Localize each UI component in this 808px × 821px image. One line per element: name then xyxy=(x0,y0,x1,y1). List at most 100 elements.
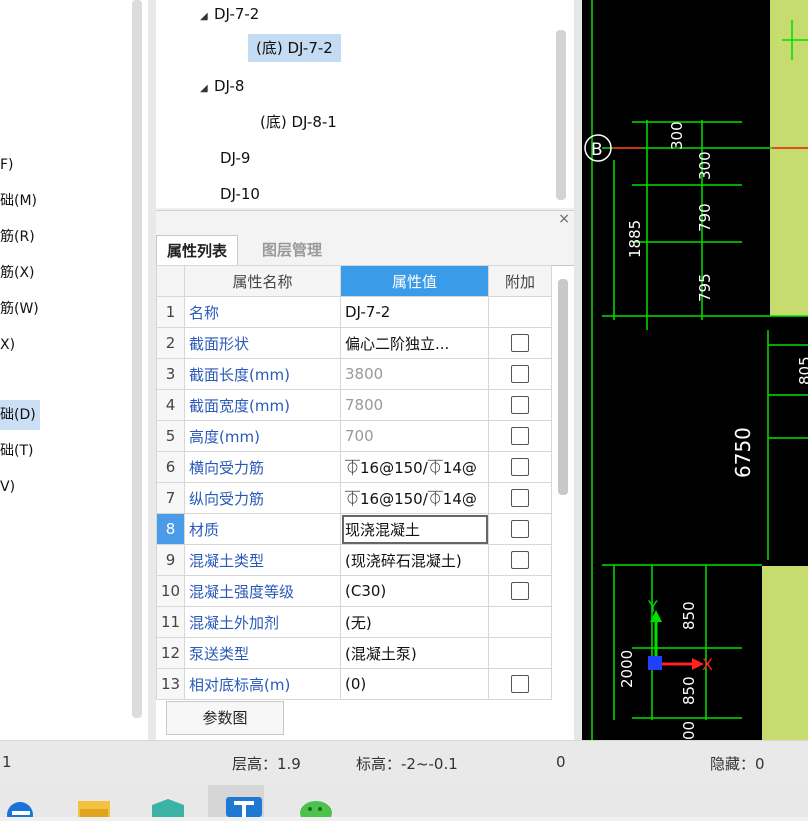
property-value[interactable]: DJ-7-2 xyxy=(340,296,489,328)
row-index[interactable]: 3 xyxy=(156,358,185,390)
left-menu-item[interactable]: X) xyxy=(0,330,15,360)
left-menu-item-selected[interactable]: 础(D) xyxy=(0,400,40,430)
property-name: 混凝土外加剂 xyxy=(184,606,341,638)
close-icon[interactable]: × xyxy=(558,211,570,227)
row-index[interactable]: 6 xyxy=(156,451,185,483)
tree-node-dj-10[interactable]: DJ-10 xyxy=(220,180,260,208)
app-cube-icon[interactable] xyxy=(152,799,184,817)
table-row[interactable]: 10 混凝土强度等级 (C30) xyxy=(156,575,552,607)
app-t-icon[interactable] xyxy=(226,797,262,817)
left-scrollbar[interactable] xyxy=(132,0,142,718)
tree-node-dj-9[interactable]: DJ-9 xyxy=(220,144,250,172)
property-value[interactable]: 偏心二阶独立... xyxy=(340,327,489,359)
left-menu-item[interactable]: 筋(R) xyxy=(0,222,35,252)
table-row[interactable]: 6 横向受力筋 ⏁16@150/⏁14@ xyxy=(156,451,552,483)
row-index[interactable]: 12 xyxy=(156,637,185,669)
tree-node-dj-8[interactable]: ◢ DJ-8 xyxy=(200,72,244,100)
row-index[interactable]: 9 xyxy=(156,544,185,576)
property-value[interactable]: ⏁16@150/⏁14@ xyxy=(340,482,489,514)
tree-scrollbar[interactable] xyxy=(556,30,566,200)
extra-checkbox[interactable] xyxy=(511,458,529,477)
property-value[interactable]: (现浇碎石混凝土) xyxy=(340,544,489,576)
dimension-text-large: 6750 xyxy=(731,427,755,478)
cad-canvas[interactable]: B 300 300 790 1885 795 805 6750 850 2000… xyxy=(582,0,808,740)
row-index[interactable]: 7 xyxy=(156,482,185,514)
header-index xyxy=(156,265,185,297)
property-value[interactable]: (0) xyxy=(340,668,489,700)
table-row[interactable]: 3 截面长度(mm) 3800 xyxy=(156,358,552,390)
row-index[interactable]: 8 xyxy=(156,513,185,545)
left-menu-panel: F) 础(M) 筋(R) 筋(X) 筋(W) X) 础(D) 础(T) V) xyxy=(0,0,148,740)
file-explorer-icon[interactable] xyxy=(78,801,110,817)
extra-checkbox[interactable] xyxy=(511,489,529,508)
left-menu-item[interactable]: 础(T) xyxy=(0,436,33,466)
row-index[interactable]: 13 xyxy=(156,668,185,700)
extra-cell xyxy=(488,327,552,359)
property-name: 纵向受力筋 xyxy=(184,482,341,514)
parameter-diagram-button[interactable]: 参数图 xyxy=(166,701,284,735)
table-row[interactable]: 12 泵送类型 (混凝土泵) xyxy=(156,637,552,669)
table-row[interactable]: 5 高度(mm) 700 xyxy=(156,420,552,452)
row-index[interactable]: 2 xyxy=(156,327,185,359)
extra-checkbox[interactable] xyxy=(511,334,529,353)
property-value[interactable]: ⏁16@150/⏁14@ xyxy=(340,451,489,483)
table-row[interactable]: 7 纵向受力筋 ⏁16@150/⏁14@ xyxy=(156,482,552,514)
row-index[interactable]: 1 xyxy=(156,296,185,328)
dimension-text: 795 xyxy=(696,273,714,302)
property-value[interactable]: 现浇混凝土 xyxy=(340,513,489,545)
row-index[interactable]: 5 xyxy=(156,420,185,452)
property-scrollbar[interactable] xyxy=(558,279,568,495)
extra-checkbox[interactable] xyxy=(511,582,529,601)
table-row[interactable]: 2 截面形状 偏心二阶独立... xyxy=(156,327,552,359)
axis-label-b: B xyxy=(591,140,603,160)
extra-checkbox[interactable] xyxy=(511,551,529,570)
row-index[interactable]: 10 xyxy=(156,575,185,607)
expand-triangle-icon[interactable]: ◢ xyxy=(200,3,214,31)
extra-checkbox[interactable] xyxy=(511,365,529,384)
left-menu-item[interactable]: V) xyxy=(0,472,15,502)
splitter[interactable] xyxy=(574,0,582,740)
splitter[interactable] xyxy=(148,0,156,740)
property-value[interactable]: 7800 xyxy=(340,389,489,421)
property-name: 横向受力筋 xyxy=(184,451,341,483)
table-row[interactable]: 9 混凝土类型 (现浇碎石混凝土) xyxy=(156,544,552,576)
property-value[interactable]: 3800 xyxy=(340,358,489,390)
extra-checkbox[interactable] xyxy=(511,396,529,415)
axis-y-label: Y xyxy=(647,597,658,616)
left-menu-item[interactable]: 础(M) xyxy=(0,186,37,216)
dimension-text: 790 xyxy=(696,203,714,232)
extra-cell xyxy=(488,637,552,669)
tab-property-list[interactable]: 属性列表 xyxy=(156,235,239,266)
table-row[interactable]: 4 截面宽度(mm) 7800 xyxy=(156,389,552,421)
property-name: 相对底标高(m) xyxy=(184,668,341,700)
row-index[interactable]: 4 xyxy=(156,389,185,421)
table-row[interactable]: 13 相对底标高(m) (0) xyxy=(156,668,552,700)
dimension-text: 300 xyxy=(696,151,714,180)
property-table: 属性名称 属性值 附加 1 名称 DJ-7-2 2 截面形状 偏心二阶独立... 3 截面长度… xyxy=(156,265,552,700)
property-name: 名称 xyxy=(184,296,341,328)
expand-triangle-icon[interactable]: ◢ xyxy=(200,75,214,103)
tree-node-dj-8-1-base[interactable]: (底) DJ-8-1 xyxy=(260,108,337,136)
tree-node-dj-7-2[interactable]: ◢ DJ-7-2 xyxy=(200,0,259,28)
table-row[interactable]: 11 混凝土外加剂 (无) xyxy=(156,606,552,638)
property-value[interactable]: (混凝土泵) xyxy=(340,637,489,669)
tab-layer-management[interactable]: 图层管理 xyxy=(252,235,332,265)
row-index[interactable]: 11 xyxy=(156,606,185,638)
extra-cell xyxy=(488,420,552,452)
property-value[interactable]: 700 xyxy=(340,420,489,452)
extra-checkbox[interactable] xyxy=(511,675,529,694)
status-elevation: 标高：-2~-0.1 xyxy=(356,755,458,773)
property-value[interactable]: (无) xyxy=(340,606,489,638)
extra-checkbox[interactable] xyxy=(511,520,529,539)
left-menu-item[interactable]: 筋(W) xyxy=(0,294,39,324)
edge-icon[interactable] xyxy=(7,802,33,821)
table-row[interactable]: 8 材质 现浇混凝土 xyxy=(156,513,552,545)
property-name: 截面长度(mm) xyxy=(184,358,341,390)
wechat-icon[interactable] xyxy=(300,801,332,821)
extra-checkbox[interactable] xyxy=(511,427,529,446)
table-row[interactable]: 1 名称 DJ-7-2 xyxy=(156,296,552,328)
property-value[interactable]: (C30) xyxy=(340,575,489,607)
left-menu-item[interactable]: F) xyxy=(0,150,14,180)
tree-node-dj-7-2-base[interactable]: (底) DJ-7-2 xyxy=(248,34,341,62)
left-menu-item[interactable]: 筋(X) xyxy=(0,258,35,288)
